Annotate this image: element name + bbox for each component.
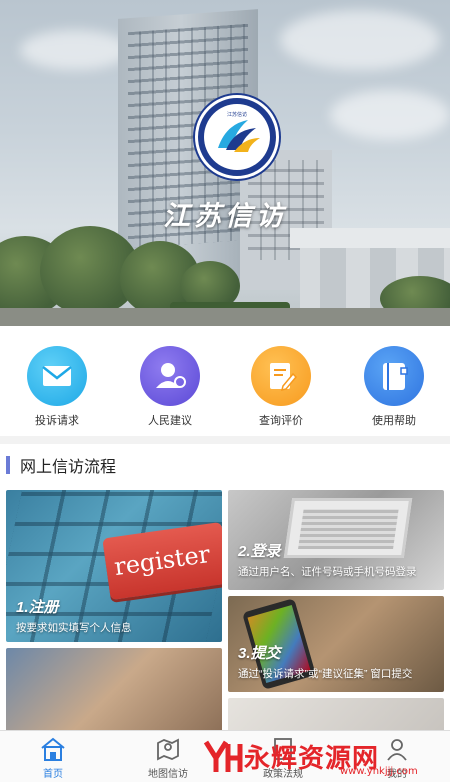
quick-actions: 投诉请求 人民建议 查询评价 使用帮助 bbox=[0, 326, 450, 436]
action-query[interactable]: 查询评价 bbox=[236, 346, 326, 428]
action-suggestion[interactable]: 人民建议 bbox=[125, 346, 215, 428]
nav-home[interactable]: 首页 bbox=[8, 735, 98, 780]
svg-text:江苏信访: 江苏信访 bbox=[227, 111, 247, 118]
action-help[interactable]: 使用帮助 bbox=[349, 346, 439, 428]
emblem-logo: 江苏信访 bbox=[195, 95, 279, 179]
process-heading: 1.注册 bbox=[16, 599, 59, 616]
section-accent-bar bbox=[6, 456, 10, 474]
mail-icon bbox=[27, 346, 87, 406]
action-label: 使用帮助 bbox=[372, 415, 416, 427]
action-label: 查询评价 bbox=[259, 415, 303, 427]
nav-label: 首页 bbox=[43, 769, 63, 780]
hero-banner: 江苏信访 江苏信访 bbox=[0, 0, 450, 326]
section-divider bbox=[0, 436, 450, 444]
process-card-image[interactable] bbox=[228, 698, 444, 732]
section-title: 网上信访流程 bbox=[20, 459, 117, 476]
app-title: 江苏信访 bbox=[163, 201, 287, 232]
person-icon bbox=[140, 346, 200, 406]
home-icon bbox=[8, 735, 98, 763]
section-header: 网上信访流程 bbox=[6, 455, 117, 476]
process-card-submit[interactable]: 3.提交 通过“投诉请求”或“建议征集” 窗口提交 bbox=[228, 596, 444, 692]
process-card-register[interactable]: register 1.注册 按要求如实填写个人信息 bbox=[6, 490, 222, 642]
process-desc: 通过用户名、证件号码或手机号码登录 bbox=[238, 566, 417, 578]
action-label: 人民建议 bbox=[148, 415, 192, 427]
action-complaint[interactable]: 投诉请求 bbox=[12, 346, 102, 428]
watermark-logo-icon bbox=[200, 734, 244, 778]
process-card-image[interactable] bbox=[6, 648, 222, 732]
process-heading: 2.登录 bbox=[238, 543, 281, 560]
action-label: 投诉请求 bbox=[35, 415, 79, 427]
process-desc: 通过“投诉请求”或“建议征集” 窗口提交 bbox=[238, 668, 413, 680]
help-book-icon bbox=[364, 346, 424, 406]
watermark-url: www.yhkjjj.com bbox=[340, 766, 418, 777]
process-heading: 3.提交 bbox=[238, 645, 281, 662]
edit-document-icon bbox=[251, 346, 311, 406]
watermark: 永辉资源网 www.yhkjjj.com bbox=[200, 730, 418, 782]
process-card-login[interactable]: 2.登录 通过用户名、证件号码或手机号码登录 bbox=[228, 490, 444, 590]
process-desc: 按要求如实填写个人信息 bbox=[16, 622, 132, 634]
